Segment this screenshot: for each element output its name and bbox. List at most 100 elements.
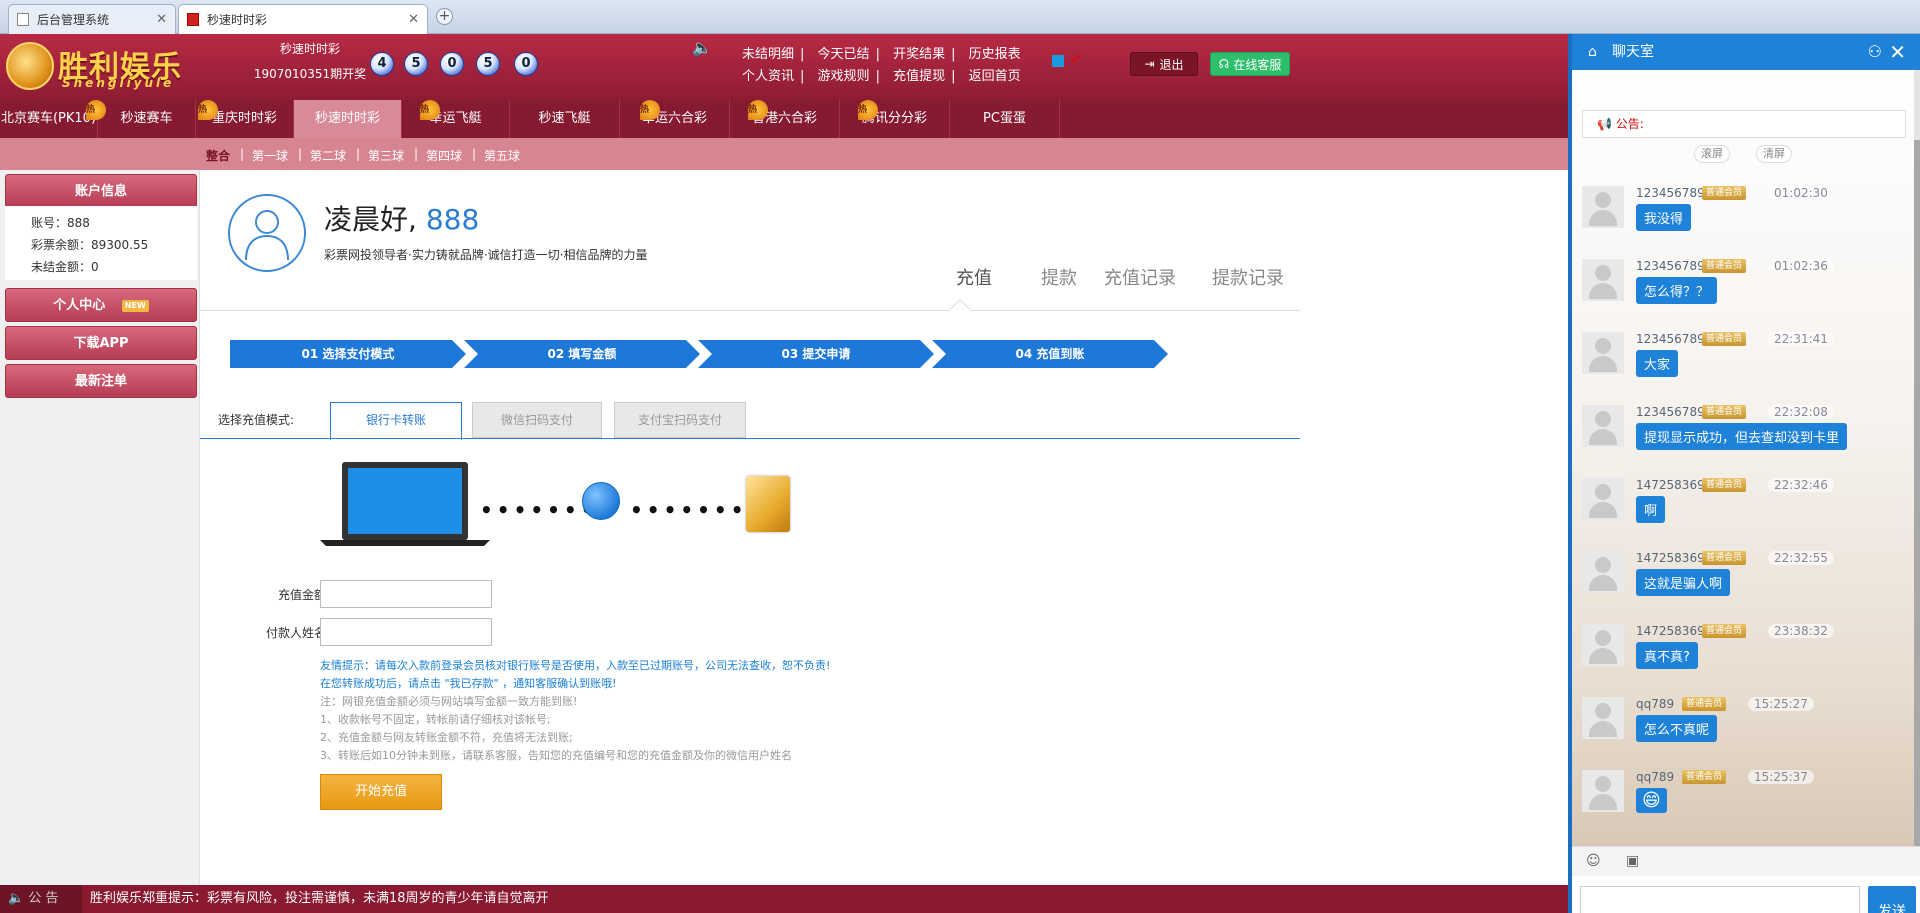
brand-logo[interactable]: 胜利娱乐 Shengliyule: [6, 38, 206, 94]
nav-label: 秒速飞艇: [538, 111, 591, 126]
sender-name: 123456789: [1636, 332, 1705, 346]
check-icon[interactable]: ✔: [1070, 50, 1083, 68]
message-bubble: 这就是骗人啊: [1636, 569, 1731, 596]
download-app-button[interactable]: 下载APP: [5, 326, 197, 360]
image-icon[interactable]: ▣: [1626, 853, 1639, 869]
nav-item-lucky-mark-six[interactable]: 幸运六合彩: [620, 100, 730, 138]
browser-tab-admin[interactable]: 后台管理系统 ✕: [8, 4, 176, 34]
message-time: 22:32:46: [1768, 478, 1834, 492]
emoji-icon[interactable]: ☺: [1586, 853, 1601, 869]
close-icon[interactable]: ✕: [156, 12, 167, 27]
tab-withdraw-records[interactable]: 提款记录: [1212, 264, 1284, 290]
link-home[interactable]: 返回首页: [969, 66, 1021, 88]
scroll-lock-button[interactable]: 滚屏: [1694, 145, 1730, 163]
chat-message: 123456789 普通会员 22:32:08 提现显示成功，但去查却没到卡里: [1582, 405, 1902, 465]
vip-badge: 普通会员: [1702, 186, 1747, 200]
subnav-item-ball1[interactable]: 第一球: [252, 147, 288, 164]
nav-item-speed-boat[interactable]: 秒速飞艇: [510, 100, 620, 138]
subnav-item-ball2[interactable]: 第二球: [310, 147, 346, 164]
message-time: 15:25:27: [1748, 697, 1814, 711]
user-silhouette-icon: [245, 210, 289, 261]
amount-input[interactable]: [320, 580, 492, 608]
mode-wechat[interactable]: 微信扫码支付: [472, 402, 602, 438]
message-time: 22:32:08: [1768, 405, 1834, 419]
nav-item-bjpk10[interactable]: 北京赛车(PK10): [0, 100, 98, 138]
sender-name: 123456789: [1636, 186, 1705, 200]
account-summary: 账号：888 彩票余额：89300.55 未结金额：0: [5, 206, 197, 280]
logout-button[interactable]: ⇥ 退出: [1130, 52, 1198, 76]
personal-center-button[interactable]: 个人中心 NEW: [5, 288, 197, 322]
tab-divider: [200, 310, 1300, 311]
avatar: [1582, 186, 1624, 228]
browser-tab-lottery[interactable]: 秒速时时彩 ✕: [178, 4, 428, 34]
mode-alipay[interactable]: 支付宝扫码支付: [614, 402, 746, 438]
tab-deposit[interactable]: 充值: [956, 264, 992, 290]
tab-withdraw[interactable]: 提款: [1041, 264, 1077, 290]
close-icon[interactable]: ✕: [1889, 34, 1906, 70]
nav-label: 秒速赛车: [120, 111, 173, 126]
chat-message: 147258369 普通会员 23:38:32 真不真?: [1582, 624, 1902, 684]
chat-message: qq789 普通会员 15:25:37 😄: [1582, 770, 1902, 830]
link-history[interactable]: 历史报表: [969, 44, 1021, 66]
nav-label: 秒速时时彩: [314, 111, 380, 126]
nav-item-speed-racing[interactable]: 秒速赛车: [98, 100, 196, 138]
payer-name-input[interactable]: [320, 618, 492, 646]
message-time: 22:32:55: [1768, 551, 1834, 565]
step-choose-mode: 01 选择支付模式: [230, 340, 466, 368]
online-service-button[interactable]: ☊ 在线客服: [1210, 52, 1290, 76]
nav-item-tencent[interactable]: 腾讯分分彩: [840, 100, 950, 138]
link-profile[interactable]: 个人资讯: [742, 66, 794, 88]
subnav-item-ball4[interactable]: 第四球: [426, 147, 462, 164]
chat-input[interactable]: [1580, 886, 1860, 913]
greeting-username: 888: [425, 203, 480, 236]
account-info-header[interactable]: 账户信息: [5, 174, 197, 208]
theme-swatch-icon[interactable]: [1052, 55, 1064, 67]
link-today-settled[interactable]: 今天已结: [818, 44, 870, 66]
subnav-item-all[interactable]: 整合: [206, 147, 230, 164]
mode-label: 选择充值模式:: [218, 413, 295, 427]
subnav-item-ball3[interactable]: 第三球: [368, 147, 404, 164]
message-bubble: 我没得: [1636, 204, 1692, 231]
avatar: [1582, 624, 1624, 666]
note-line: 3、转账后如10分钟未到账，请联系客服，告知您的充值编号和您的充值金额及你的微信…: [320, 749, 792, 762]
home-icon[interactable]: ⌂: [1588, 34, 1597, 70]
new-tab-plus-icon[interactable]: +: [436, 8, 453, 25]
laptop-icon: [320, 462, 490, 546]
link-deposit-withdraw[interactable]: 充值提现: [893, 66, 945, 88]
message-bubble: 怎么得？？: [1636, 277, 1718, 304]
link-unsettled[interactable]: 未结明细: [742, 44, 794, 66]
balance-value: 89300.55: [91, 238, 149, 252]
deposit-panel: 凌晨好, 888 彩票网投领导者·实力铸就品牌·诚信打造一切·相信品牌的力量 充…: [200, 170, 1568, 885]
browser-tab-title: 后台管理系统: [37, 13, 110, 27]
note-line: 注：网银充值金额必须与网站填写金额一致方能到账!: [320, 695, 578, 708]
balance-label: 彩票余额：: [31, 238, 92, 252]
start-deposit-button[interactable]: 开始充值: [320, 774, 442, 810]
nav-item-lucky-boat[interactable]: 幸运飞艇: [402, 100, 510, 138]
link-results[interactable]: 开奖结果: [893, 44, 945, 66]
send-button[interactable]: 发送: [1868, 886, 1916, 913]
nav-item-hk-mark-six[interactable]: 香港六合彩: [730, 100, 840, 138]
tab-deposit-records[interactable]: 充值记录: [1104, 264, 1176, 290]
notice-label: 公告:: [1615, 117, 1644, 131]
scrollbar-thumb[interactable]: [1914, 140, 1920, 846]
latest-bets-button[interactable]: 最新注单: [5, 364, 197, 398]
header-links: 未结明细 | 今天已结 | 开奖结果 | 历史报表 个人资讯 | 游戏规则 | 充值提现 |…: [742, 44, 1021, 88]
chat-message: 147258369 普通会员 22:32:46 啊: [1582, 478, 1902, 538]
link-rules[interactable]: 游戏规则: [818, 66, 870, 88]
clear-button[interactable]: 清屏: [1756, 145, 1792, 163]
nav-item-speed-ssc[interactable]: 秒速时时彩: [294, 100, 402, 138]
chat-message: qq789 普通会员 15:25:27 怎么不真呢: [1582, 697, 1902, 757]
nav-label: 北京赛车(PK10): [0, 111, 97, 126]
nav-item-pc-egg[interactable]: PC蛋蛋: [950, 100, 1060, 138]
greeting-text: 凌晨好,: [324, 203, 417, 236]
subnav-item-ball5[interactable]: 第五球: [484, 147, 520, 164]
close-icon[interactable]: ✕: [408, 12, 419, 27]
sender-name: 147258369: [1636, 478, 1705, 492]
nav-label: 重庆时时彩: [211, 111, 277, 126]
chat-scrollbar[interactable]: [1914, 70, 1920, 846]
mode-bank-transfer[interactable]: 银行卡转账: [330, 402, 462, 440]
user-settings-icon[interactable]: ⚇: [1868, 34, 1882, 70]
vip-badge: 普通会员: [1682, 770, 1727, 784]
sound-toggle-icon[interactable]: 🔈: [692, 38, 712, 57]
headset-icon: ☊: [1218, 57, 1230, 71]
